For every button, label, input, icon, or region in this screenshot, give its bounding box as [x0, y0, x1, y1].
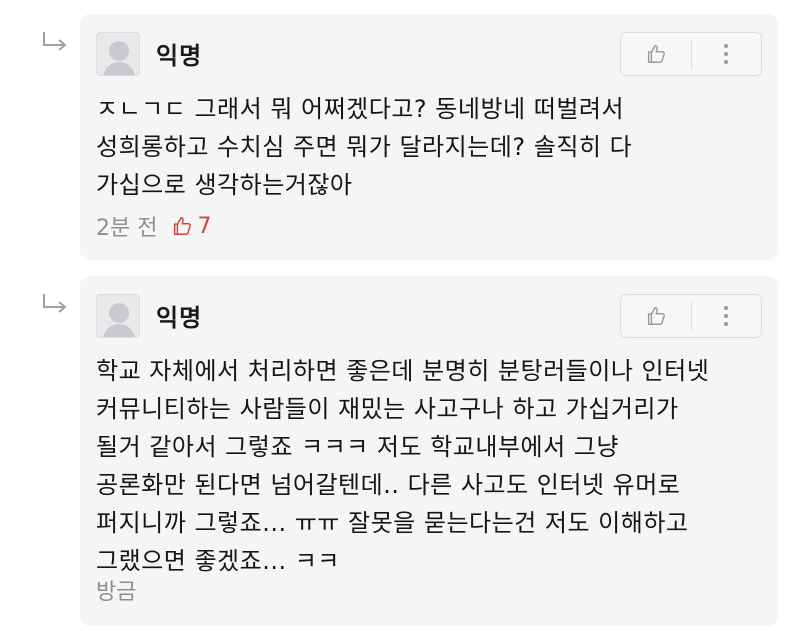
like-count-value: 7	[197, 213, 212, 239]
comment-time: 방금	[96, 580, 137, 605]
comment-author: 익명	[156, 42, 203, 70]
thumbs-up-icon	[647, 45, 665, 63]
more-options-button[interactable]	[692, 33, 762, 75]
comment-author: 익명	[156, 304, 203, 332]
more-vertical-icon	[724, 306, 729, 326]
like-count: 7	[171, 214, 211, 239]
comment-text: ㅈㄴㄱㄷ 그래서 뭐 어쩌겠다고? 동네방네 떠벌려서 성희롱하고 수치심 주면…	[96, 95, 633, 199]
avatar	[96, 32, 140, 76]
reply-arrow-icon	[40, 30, 76, 54]
comment-time: 2분 전	[96, 216, 158, 241]
comment-text: 학교 자체에서 처리하면 좋은데 분명히 분탕러들이나 인터넷 커뮤니티하는 사…	[96, 357, 710, 575]
comment-meta: 2분 전 7	[96, 210, 211, 242]
comment-actions	[620, 294, 762, 338]
comment-meta: 방금	[96, 574, 136, 606]
comment-card: 익명 ㅈㄴㄱㄷ 그래서 뭐 어쩌겠다고? 동네방네 떠벌려서 성희롱하고 수치심…	[80, 14, 778, 260]
more-vertical-icon	[724, 44, 729, 64]
more-options-button[interactable]	[692, 295, 762, 337]
like-button[interactable]	[621, 295, 691, 337]
reply-arrow-icon	[40, 292, 76, 316]
like-button[interactable]	[621, 33, 691, 75]
comment-actions	[620, 32, 762, 76]
avatar	[96, 294, 140, 338]
thumbs-up-icon	[174, 217, 192, 235]
thumbs-up-icon	[647, 307, 665, 325]
comment-card: 익명 학교 자체에서 처리하면 좋은데 분명히 분탕러들이나 인터넷 커뮤니티하…	[80, 276, 778, 626]
